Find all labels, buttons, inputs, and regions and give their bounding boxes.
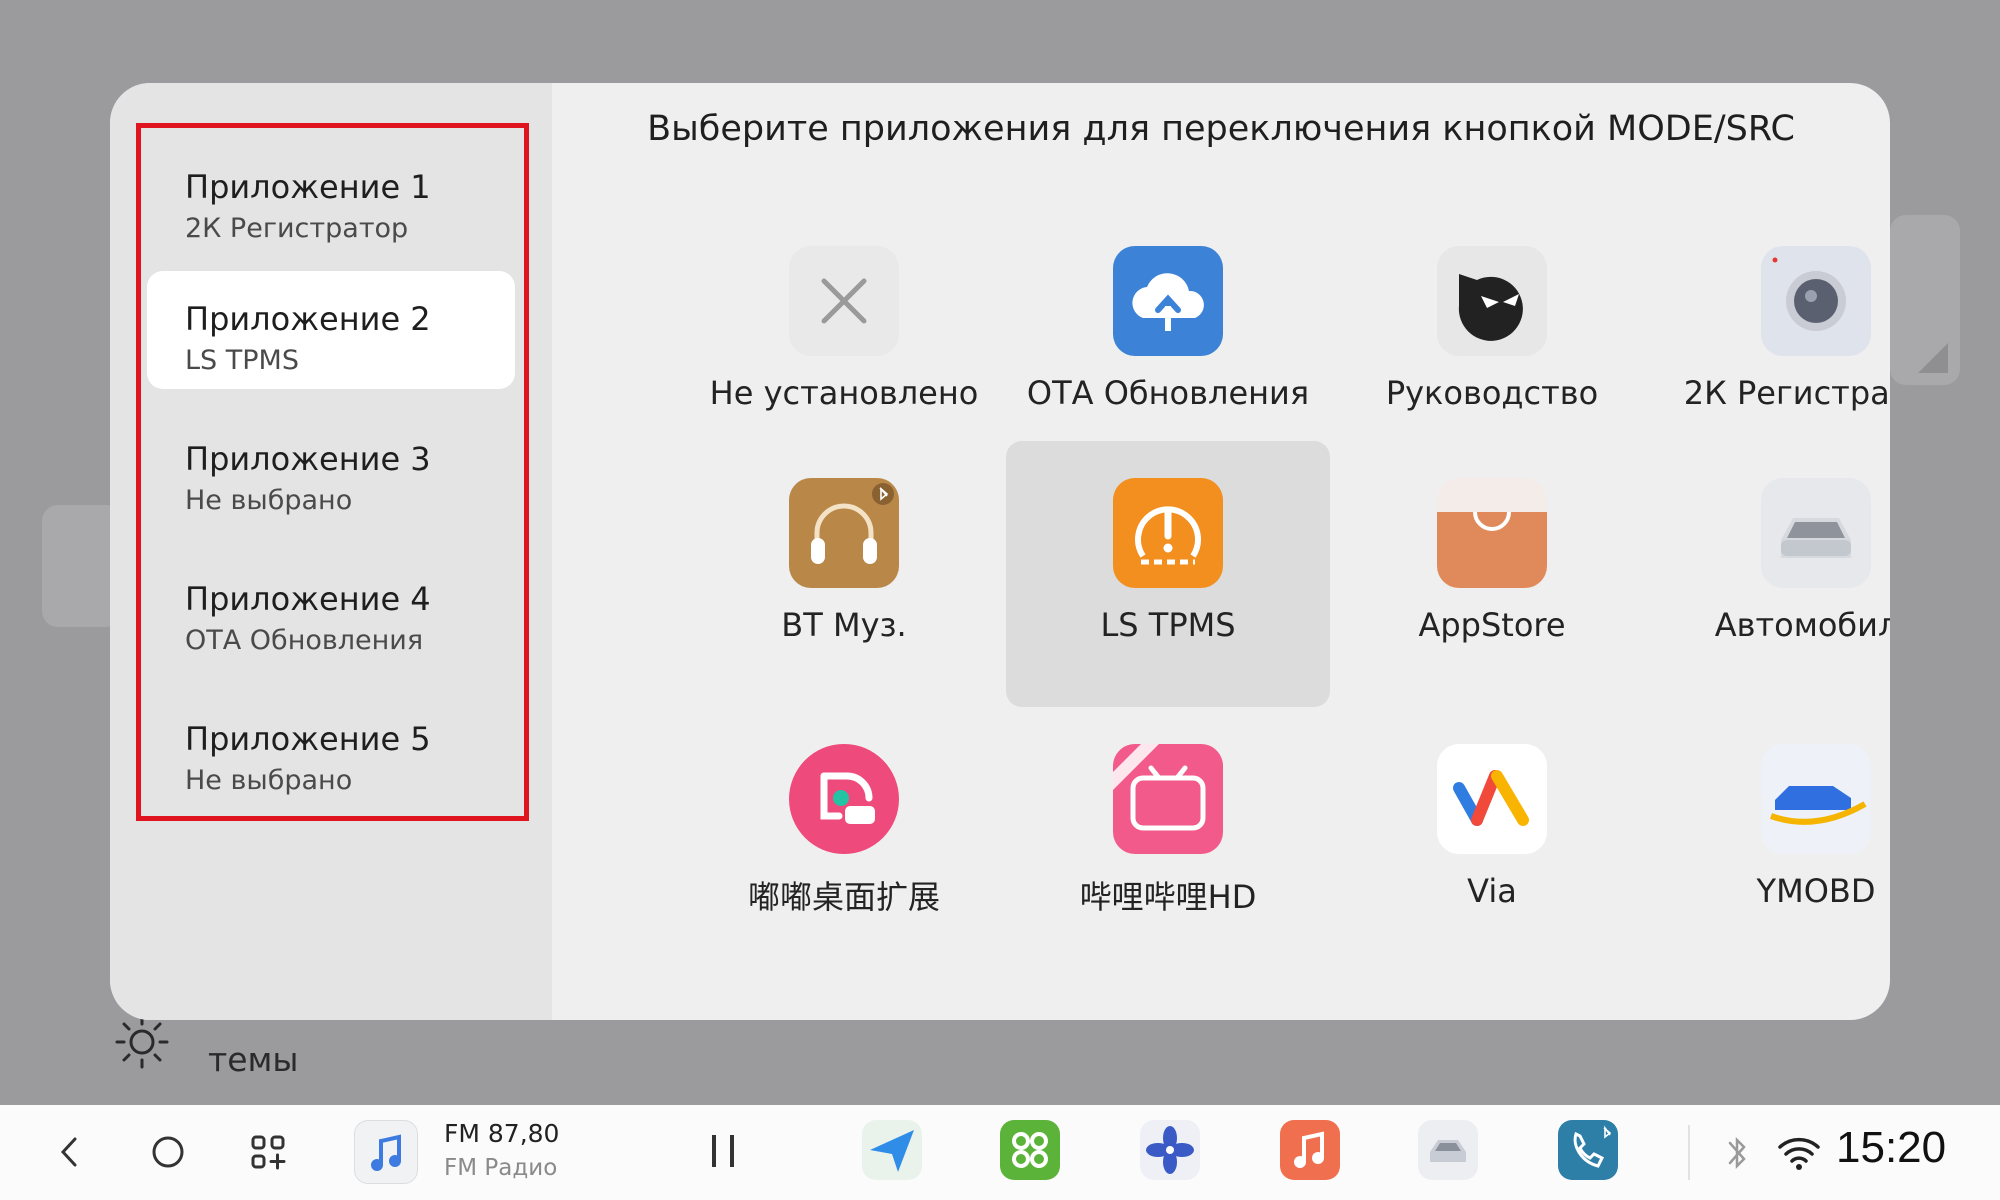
slot-title: Приложение 3 xyxy=(185,440,431,478)
app-tile-not-installed[interactable]: Не установлено xyxy=(682,209,1006,475)
app-tile-ymobd[interactable]: YMOBD xyxy=(1654,707,1890,973)
media-title: FM 87,80 xyxy=(444,1119,560,1148)
slot-item-5[interactable]: Приложение 5 Не выбрано xyxy=(147,691,515,809)
app-label: LS TPMS xyxy=(1100,606,1236,644)
app-tile-manual[interactable]: Руководство xyxy=(1330,209,1654,475)
slot-item-3[interactable]: Приложение 3 Не выбрано xyxy=(147,411,515,529)
app-tile-ls-tpms[interactable]: LS TPMS xyxy=(1006,441,1330,707)
wifi-icon xyxy=(1778,1137,1820,1170)
fan-climate-icon[interactable] xyxy=(1140,1120,1200,1180)
app-tile-dashcam[interactable]: 2К Регистратор xyxy=(1654,209,1890,475)
slot-item-4[interactable]: Приложение 4 ОТА Обновления xyxy=(147,551,515,669)
app-tile-dudu[interactable]: 嘟嘟桌面扩展 xyxy=(682,707,1006,973)
shopping-bag-icon xyxy=(1437,478,1547,588)
ymobd-car-icon xyxy=(1761,744,1871,854)
app-tile-ota[interactable]: ОТА Обновления xyxy=(1006,209,1330,475)
app-label: 哔哩哔哩HD xyxy=(1079,878,1257,916)
slot-value: Не выбрано xyxy=(185,485,353,516)
slot-value: LS TPMS xyxy=(185,345,299,376)
app-label: Не установлено xyxy=(709,374,979,412)
app-tile-car[interactable]: Автомобиль xyxy=(1654,441,1890,707)
tire-pressure-icon xyxy=(1113,478,1223,588)
app-label: 2К Регистратор xyxy=(1683,374,1890,412)
slot-title: Приложение 1 xyxy=(185,168,431,206)
brightness-sun-icon xyxy=(115,1015,169,1069)
taskbar: FM 87,80 FM Радио 15:20 xyxy=(0,1105,2000,1200)
app-label: Via xyxy=(1467,872,1517,910)
slot-value: Не выбрано xyxy=(185,765,353,796)
slot-title: Приложение 4 xyxy=(185,580,431,618)
car-icon xyxy=(1761,478,1871,588)
dashcam-lens-icon xyxy=(1761,246,1871,356)
background-setting-label: темы xyxy=(208,1040,299,1079)
dudu-desktop-icon xyxy=(789,744,899,854)
background-resize-corner xyxy=(1918,343,1948,373)
bt-headphones-icon xyxy=(789,478,899,588)
slot-item-2[interactable]: Приложение 2 LS TPMS xyxy=(147,271,515,389)
app-label: AppStore xyxy=(1418,606,1566,644)
navigation-arrow-icon[interactable] xyxy=(862,1120,922,1180)
phone-bluetooth-icon[interactable] xyxy=(1558,1120,1618,1180)
home-circle-icon[interactable] xyxy=(143,1127,193,1177)
slot-value: ОТА Обновления xyxy=(185,625,424,656)
app-label: 嘟嘟桌面扩展 xyxy=(747,878,940,916)
bilibili-tv-icon xyxy=(1113,744,1223,854)
app-selection-dialog: Приложение 1 2К Регистратор Приложение 2… xyxy=(110,83,1890,1020)
dialog-title: Выберите приложения для переключения кно… xyxy=(647,109,1795,149)
slot-sidebar: Приложение 1 2К Регистратор Приложение 2… xyxy=(110,83,552,1020)
not-installed-x-icon xyxy=(789,246,899,356)
bluetooth-icon xyxy=(1728,1136,1746,1170)
clock: 15:20 xyxy=(1836,1123,1947,1172)
app-label: ОТА Обновления xyxy=(1026,374,1310,412)
slot-title: Приложение 2 xyxy=(185,300,431,338)
apps-grid-icon[interactable] xyxy=(243,1127,293,1177)
apps-launcher-icon[interactable] xyxy=(1000,1120,1060,1180)
app-tile-appstore[interactable]: AppStore xyxy=(1330,441,1654,707)
slot-item-1[interactable]: Приложение 1 2К Регистратор xyxy=(147,139,515,257)
app-tile-via[interactable]: Via xyxy=(1330,707,1654,973)
app-label: Автомобиль xyxy=(1714,606,1890,644)
app-tile-bt-music[interactable]: BT Муз. xyxy=(682,441,1006,707)
app-label: YMOBD xyxy=(1756,872,1876,910)
media-subtitle: FM Радио xyxy=(444,1155,558,1181)
pause-icon[interactable] xyxy=(710,1133,736,1169)
taskbar-divider xyxy=(1688,1125,1690,1180)
manual-mascot-icon xyxy=(1437,246,1547,356)
music-note-icon[interactable] xyxy=(354,1120,418,1184)
ota-cloud-upload-icon xyxy=(1113,246,1223,356)
app-label: Руководство xyxy=(1385,374,1599,412)
via-browser-icon xyxy=(1437,744,1547,854)
app-tile-bilibili[interactable]: 哔哩哔哩HD xyxy=(1006,707,1330,973)
slot-value: 2К Регистратор xyxy=(185,213,409,244)
music-app-icon[interactable] xyxy=(1280,1120,1340,1180)
app-label: BT Муз. xyxy=(781,606,907,644)
slot-title: Приложение 5 xyxy=(185,720,431,758)
back-chevron-icon[interactable] xyxy=(45,1127,95,1177)
car-app-icon[interactable] xyxy=(1418,1120,1478,1180)
